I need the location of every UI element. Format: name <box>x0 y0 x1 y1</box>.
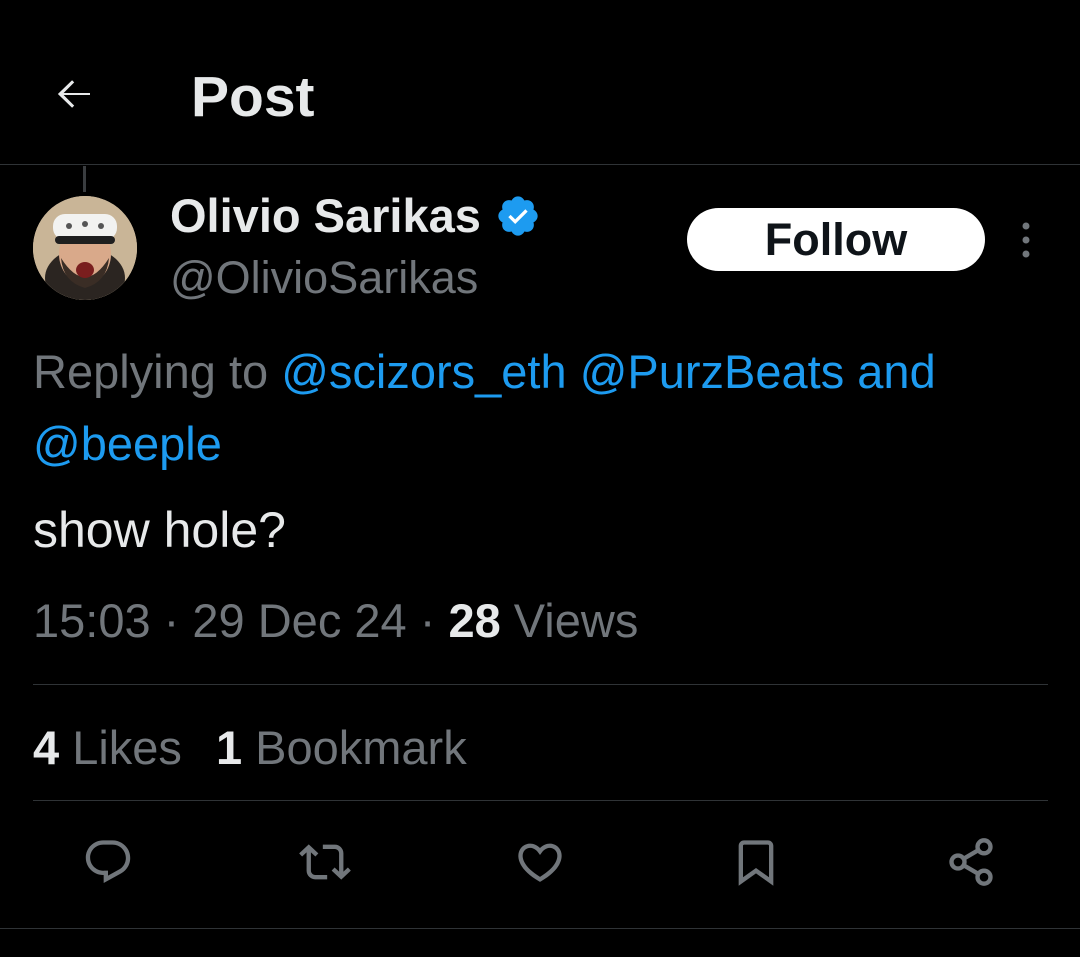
tweet-date[interactable]: 29 Dec 24 <box>192 594 406 647</box>
likes-count: 4 <box>33 721 60 774</box>
tweet-time[interactable]: 15:03 <box>33 594 151 647</box>
author-name-text: Olivio Sarikas <box>170 189 481 242</box>
arrow-left-icon <box>57 80 90 108</box>
like-button[interactable] <box>508 830 572 894</box>
avatar-image <box>33 196 137 300</box>
tweet-meta: 15:03 · 29 Dec 24 · 28 Views <box>33 594 639 647</box>
follow-button[interactable]: Follow <box>687 208 985 271</box>
verified-badge-icon <box>495 193 541 239</box>
bookmark-icon <box>738 840 774 886</box>
divider <box>0 928 1080 929</box>
more-options-button[interactable] <box>1010 218 1042 262</box>
top-bar: Post <box>0 0 1080 165</box>
bookmark-button[interactable] <box>724 830 788 894</box>
mention-link[interactable]: @PurzBeats <box>580 345 845 398</box>
share-button[interactable] <box>939 830 1003 894</box>
author-name[interactable]: Olivio Sarikas <box>170 188 541 244</box>
avatar[interactable] <box>33 196 137 300</box>
mention-link[interactable]: @beeple <box>33 417 222 470</box>
mention-joiner[interactable]: and <box>857 345 935 398</box>
thread-connector <box>83 166 86 192</box>
share-icon <box>949 838 993 886</box>
repost-button[interactable] <box>293 830 357 894</box>
views-count: 28 <box>448 594 501 647</box>
page-title: Post <box>191 65 315 129</box>
back-button[interactable] <box>44 66 104 122</box>
replying-prefix: Replying to <box>33 345 269 398</box>
tweet-text: show hole? <box>33 502 286 558</box>
mention-link[interactable]: @scizors_eth <box>281 345 566 398</box>
replying-to-line: Replying to @scizors_eth @PurzBeats and … <box>33 336 1053 480</box>
post-page: Post Olivio Sarikas @OlivioSarikas Follo… <box>0 0 1080 957</box>
like-icon <box>518 843 562 882</box>
engagement-stats: 4 Likes 1 Bookmark <box>33 716 467 780</box>
reply-icon <box>85 840 131 884</box>
likes-stat[interactable]: 4 Likes <box>33 716 182 780</box>
action-bar <box>0 830 1080 900</box>
divider <box>33 800 1048 801</box>
divider <box>33 684 1048 685</box>
more-vertical-icon <box>1022 222 1030 258</box>
bookmarks-label: Bookmark <box>255 721 467 774</box>
bookmarks-count: 1 <box>215 721 243 774</box>
bookmarks-stat[interactable]: 1 Bookmark <box>216 716 467 780</box>
views-label: Views <box>513 594 639 647</box>
repost-icon <box>299 844 351 880</box>
reply-button[interactable] <box>76 830 140 894</box>
likes-label: Likes <box>72 721 182 774</box>
author-handle[interactable]: @OlivioSarikas <box>170 250 478 306</box>
